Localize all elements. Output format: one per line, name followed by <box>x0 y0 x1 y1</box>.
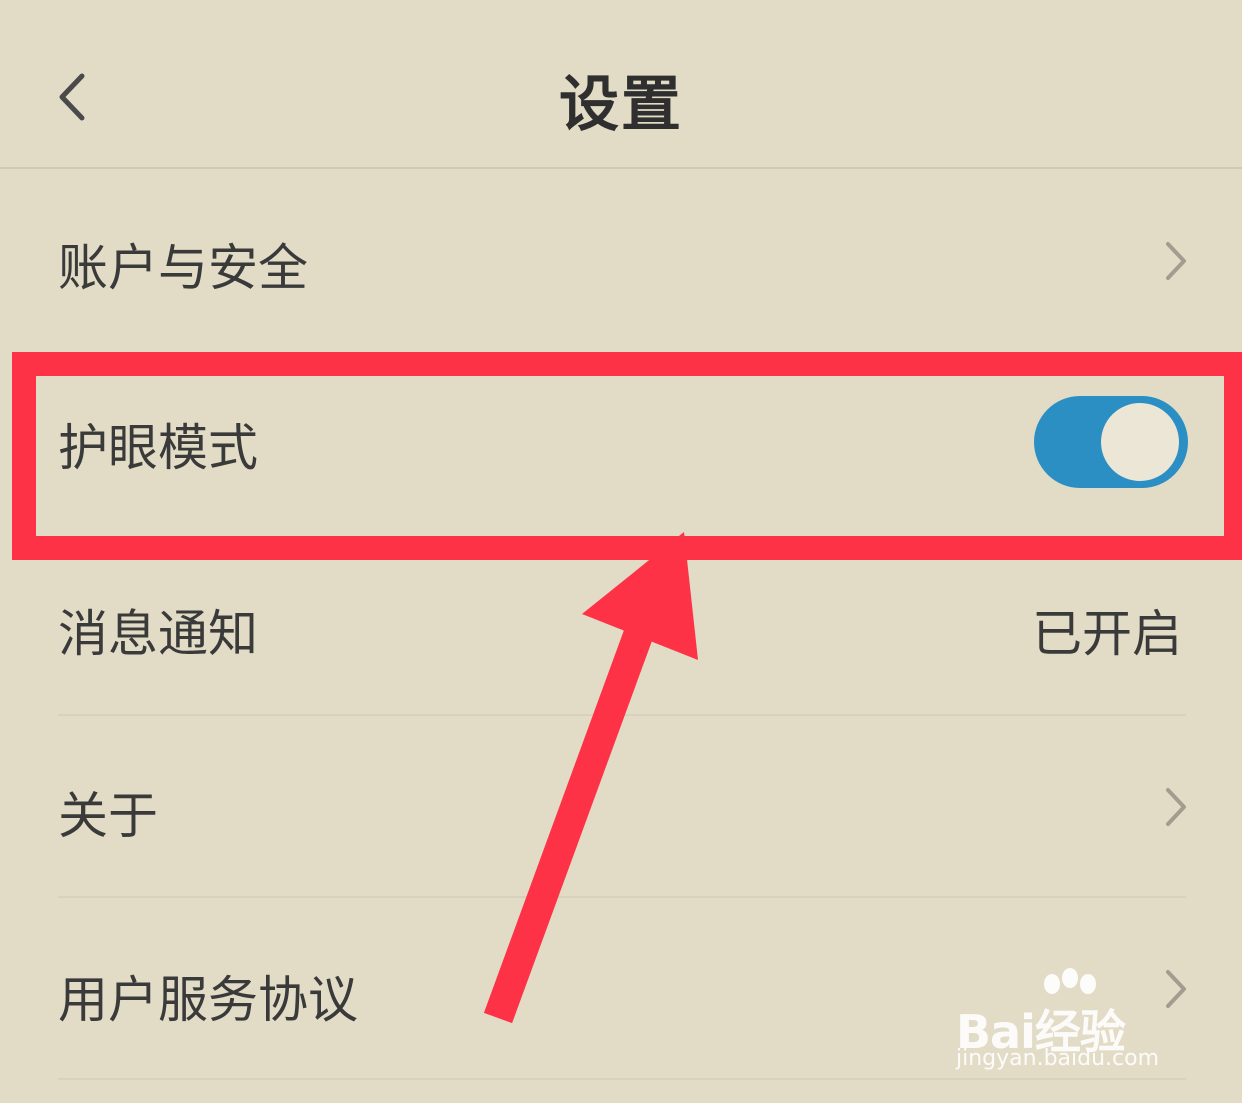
page-title: 设置 <box>559 70 683 140</box>
header-divider <box>0 167 1242 169</box>
chevron-right-icon <box>1166 788 1186 826</box>
row-label: 用户服务协议 <box>58 971 358 1029</box>
chevron-right-icon <box>1166 242 1186 280</box>
toggle-knob <box>1098 400 1182 484</box>
row-divider <box>58 1078 1186 1080</box>
row-label: 护眼模式 <box>58 419 258 477</box>
row-label: 关于 <box>58 787 158 845</box>
row-user-agreement[interactable]: 用户服务协议 <box>0 920 1242 1060</box>
chevron-right-icon <box>1166 970 1186 1008</box>
header: 设置 <box>0 0 1242 167</box>
row-about[interactable]: 关于 <box>0 740 1242 870</box>
row-divider <box>58 714 1186 716</box>
row-divider <box>58 896 1186 898</box>
row-label: 账户与安全 <box>58 239 308 297</box>
row-notifications[interactable]: 消息通知 已开启 <box>0 560 1242 690</box>
eye-protection-toggle[interactable] <box>1034 396 1188 488</box>
row-account-security[interactable]: 账户与安全 <box>0 200 1242 320</box>
notifications-status: 已开启 <box>1032 605 1182 663</box>
row-label: 消息通知 <box>58 605 258 663</box>
